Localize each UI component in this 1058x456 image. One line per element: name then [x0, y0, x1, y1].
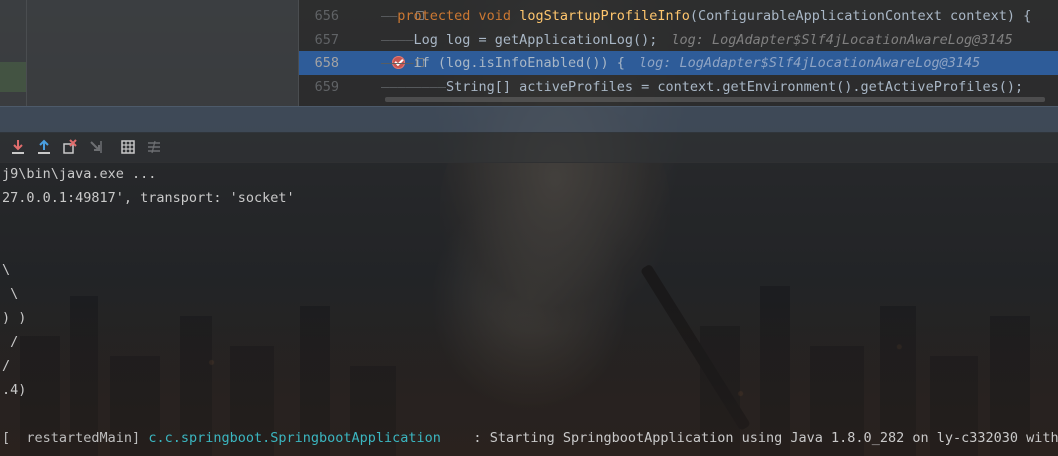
line-number: 656: [314, 8, 339, 24]
code-text: ————Log log = getApplicationLog(); log: L…: [381, 32, 1013, 48]
step-out-arrow-icon: [38, 139, 50, 154]
code-text: ————if (log.isInfoEnabled()) {log: LogAd…: [381, 55, 981, 71]
panel-divider: [26, 0, 27, 106]
debug-toolbar: [0, 132, 1058, 163]
step-into-button[interactable]: [8, 137, 28, 157]
line-number: 659: [314, 79, 339, 95]
console-line: ) ): [2, 310, 27, 326]
gutter[interactable]: [343, 51, 424, 75]
console-line: \: [2, 286, 19, 302]
log-thread: [ restartedMain]: [2, 430, 149, 446]
line-number: 658: [314, 55, 339, 71]
drop-frame-icon: [63, 139, 77, 154]
code-editor[interactable]: 656 ——protected void logStartupProfileIn…: [299, 0, 1058, 106]
step-into-arrow-icon: [12, 140, 24, 154]
code-line[interactable]: 659 ————————String[] activeProfiles = co…: [299, 75, 1058, 99]
evaluate-expression-button[interactable]: [118, 137, 138, 157]
debug-tool-window-header[interactable]: [0, 106, 1058, 133]
code-text: ——protected void logStartupProfileInfo(C…: [381, 8, 1032, 24]
project-panel: [0, 0, 299, 106]
code-line[interactable]: 657 ————Log log = getApplicationLog(); lo…: [299, 28, 1058, 52]
horizontal-scrollbar[interactable]: [385, 97, 1045, 102]
run-to-cursor-button[interactable]: [86, 137, 106, 157]
gutter[interactable]: [343, 75, 375, 99]
console-output[interactable]: j9\bin\java.exe ... 27.0.0.1:49817', tra…: [0, 162, 1058, 456]
console-line: \: [2, 262, 11, 278]
console-line: /: [2, 358, 11, 374]
inline-debug-value: log: LogAdapter$Slf4jLocationAwareLog@31…: [638, 55, 981, 71]
code-line[interactable]: 656 ——protected void logStartupProfileIn…: [299, 4, 1058, 28]
trace-button[interactable]: [144, 137, 164, 157]
gutter[interactable]: [343, 4, 424, 28]
console-log-line: [ restartedMain] c.c.springboot.Springbo…: [2, 426, 1058, 450]
gutter[interactable]: [343, 28, 375, 52]
console-line: j9\bin\java.exe ...: [2, 166, 157, 182]
log-class-link[interactable]: c.c.springboot.SpringbootApplication: [148, 430, 441, 446]
line-number: 657: [314, 32, 339, 48]
console-line: /: [2, 334, 19, 350]
console-line: 27.0.0.1:49817', transport: 'socket': [2, 190, 295, 206]
log-message: : Starting SpringbootApplication using J…: [440, 430, 1058, 446]
inline-debug-value: log: LogAdapter$Slf4jLocationAwareLog@31…: [671, 32, 1013, 48]
code-line-current[interactable]: 658 ————if (log.isInfoEnabled()) {log: L…: [299, 51, 1058, 75]
drop-frame-button[interactable]: [60, 137, 80, 157]
step-out-button[interactable]: [34, 137, 54, 157]
code-text: ————————String[] activeProfiles = contex…: [381, 79, 1024, 95]
evaluate-table-icon: [121, 140, 135, 154]
run-to-cursor-icon: [90, 141, 102, 153]
trace-icon: [148, 140, 160, 154]
panel-highlight: [0, 62, 26, 92]
console-line: .4): [2, 382, 27, 398]
